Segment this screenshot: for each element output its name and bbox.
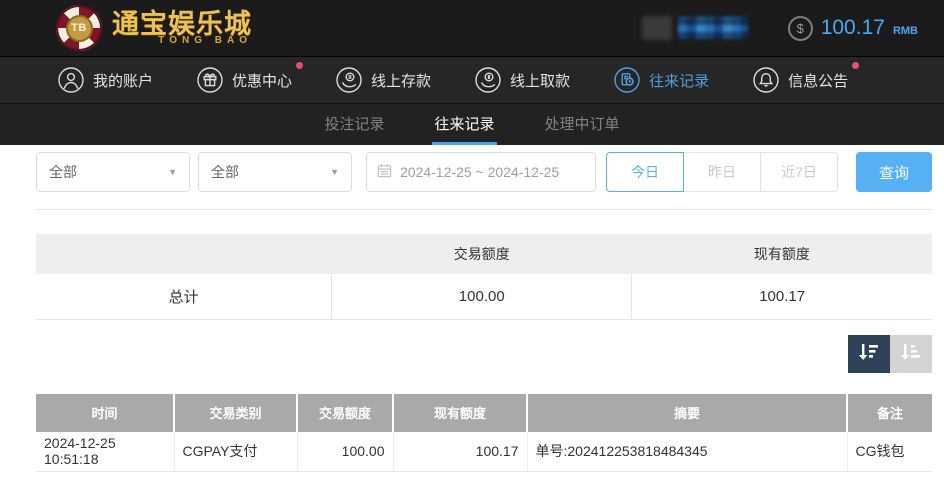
nav-label: 优惠中心: [232, 72, 293, 90]
cell-time: 2024-12-25 10:51:18: [36, 431, 174, 472]
col-header-transaction-type: 交易类别: [173, 393, 297, 432]
tab-bet-records[interactable]: 投注记录: [322, 104, 386, 145]
sort-descending-button[interactable]: [848, 334, 890, 373]
type-filter-dropdown-2[interactable]: 全部 ▼: [198, 152, 352, 192]
col-header-remark: 备注: [846, 393, 932, 432]
summary-header-empty: [36, 234, 332, 274]
top-header: TB 通宝娱乐城 TONG BAO $ 100.17 RMB: [0, 0, 944, 57]
chevron-down-icon: ▼: [330, 167, 339, 177]
bell-icon: [753, 67, 779, 93]
sort-ascending-button[interactable]: [890, 334, 932, 373]
nav-item-my-account[interactable]: 我的账户: [58, 67, 153, 93]
brand-logo[interactable]: 通宝娱乐城 TONG BAO: [112, 10, 252, 46]
last7days-button[interactable]: 近7日: [760, 152, 838, 192]
cell-transaction-amount: 100.00: [296, 431, 393, 472]
nav-label: 往来记录: [649, 72, 710, 90]
chevron-down-icon: ▼: [168, 167, 177, 177]
col-header-summary: 摘要: [526, 393, 847, 432]
dropdown-value: 全部: [49, 164, 77, 180]
nav-item-transaction-records[interactable]: 往来记录: [614, 67, 709, 93]
logo-chip-label: TB: [65, 14, 93, 42]
deposit-icon: [336, 67, 362, 93]
brand-name-en: TONG BAO: [158, 35, 252, 46]
summary-header-current-balance: 现有额度: [631, 234, 932, 274]
username-blur: [677, 17, 748, 39]
user-avatar-blur: [641, 16, 672, 40]
notification-dot: [852, 62, 860, 69]
nav-label: 线上取款: [510, 72, 571, 90]
withdraw-icon: [475, 67, 501, 93]
username-redacted: [641, 16, 748, 40]
gift-icon: [197, 67, 223, 93]
summary-total-row: 总计 100.00 100.17: [36, 274, 932, 320]
dollar-coin-icon: $: [787, 15, 813, 41]
main-nav: 我的账户 优惠中心 线上存款 线上取款 往来记录 信息公告: [0, 57, 944, 104]
nav-item-withdraw[interactable]: 线上取款: [475, 67, 570, 93]
balance-display[interactable]: $ 100.17 RMB: [787, 15, 918, 41]
cell-remark: CG钱包: [846, 431, 932, 472]
record-tabs: 投注记录 往来记录 处理中订单: [0, 104, 944, 145]
balance-amount: 100.17: [820, 16, 885, 39]
sort-controls: [36, 334, 932, 373]
section-divider: [36, 209, 932, 210]
summary-header-row: 交易额度 现有额度: [36, 234, 932, 274]
records-icon: [614, 67, 640, 93]
logo-chip-icon[interactable]: TB: [56, 5, 102, 51]
summary-table: 交易额度 现有额度 总计 100.00 100.17: [36, 234, 932, 320]
type-filter-dropdown-1[interactable]: 全部 ▼: [36, 152, 190, 192]
tab-pending-orders[interactable]: 处理中订单: [543, 104, 622, 145]
tab-transaction-records[interactable]: 往来记录: [432, 104, 497, 145]
col-header-transaction-amount: 交易额度: [296, 393, 393, 432]
cell-current-balance: 100.17: [392, 431, 527, 472]
summary-total-label: 总计: [36, 274, 332, 320]
table-row: 2024-12-25 10:51:18 CGPAY支付 100.00 100.1…: [36, 431, 932, 472]
cell-transaction-type: CGPAY支付: [173, 431, 297, 472]
cell-summary: 单号:202412253818484345: [526, 431, 847, 472]
date-range-value: 2024-12-25 ~ 2024-12-25: [400, 164, 560, 180]
date-range-input[interactable]: 2024-12-25 ~ 2024-12-25: [366, 152, 596, 192]
nav-label: 线上存款: [371, 72, 432, 90]
today-button[interactable]: 今日: [606, 152, 684, 192]
nav-label: 信息公告: [788, 72, 849, 90]
sort-amount-asc-icon: [900, 342, 922, 365]
filter-bar: 全部 ▼ 全部 ▼ 2024-12-25 ~ 2024-12-25 今日 昨日 …: [36, 152, 932, 192]
summary-total-transaction: 100.00: [331, 274, 632, 320]
search-button[interactable]: 查询: [856, 152, 932, 192]
balance-unit: RMB: [892, 25, 918, 37]
col-header-current-balance: 现有额度: [392, 393, 527, 432]
dropdown-value: 全部: [211, 164, 239, 180]
summary-header-transaction-amount: 交易额度: [331, 234, 632, 274]
summary-total-balance: 100.17: [631, 274, 932, 320]
brand-name-cn: 通宝娱乐城: [112, 9, 252, 39]
nav-label: 我的账户: [93, 72, 154, 90]
transactions-table: 时间 交易类别 交易额度 现有额度 摘要 备注 2024-12-25 10:51…: [36, 393, 932, 472]
user-icon: [58, 67, 84, 93]
nav-item-announcements[interactable]: 信息公告: [753, 62, 860, 93]
notification-dot: [296, 62, 304, 69]
quick-date-buttons: 今日 昨日 近7日: [606, 152, 838, 192]
nav-item-promotions[interactable]: 优惠中心: [197, 62, 304, 93]
col-header-time: 时间: [36, 393, 174, 432]
nav-item-deposit[interactable]: 线上存款: [336, 67, 431, 93]
content-area: 全部 ▼ 全部 ▼ 2024-12-25 ~ 2024-12-25 今日 昨日 …: [0, 152, 944, 472]
sort-amount-desc-icon: [858, 342, 880, 365]
table-header-row: 时间 交易类别 交易额度 现有额度 摘要 备注: [36, 393, 932, 432]
yesterday-button[interactable]: 昨日: [683, 152, 761, 192]
calendar-icon: [377, 163, 392, 181]
